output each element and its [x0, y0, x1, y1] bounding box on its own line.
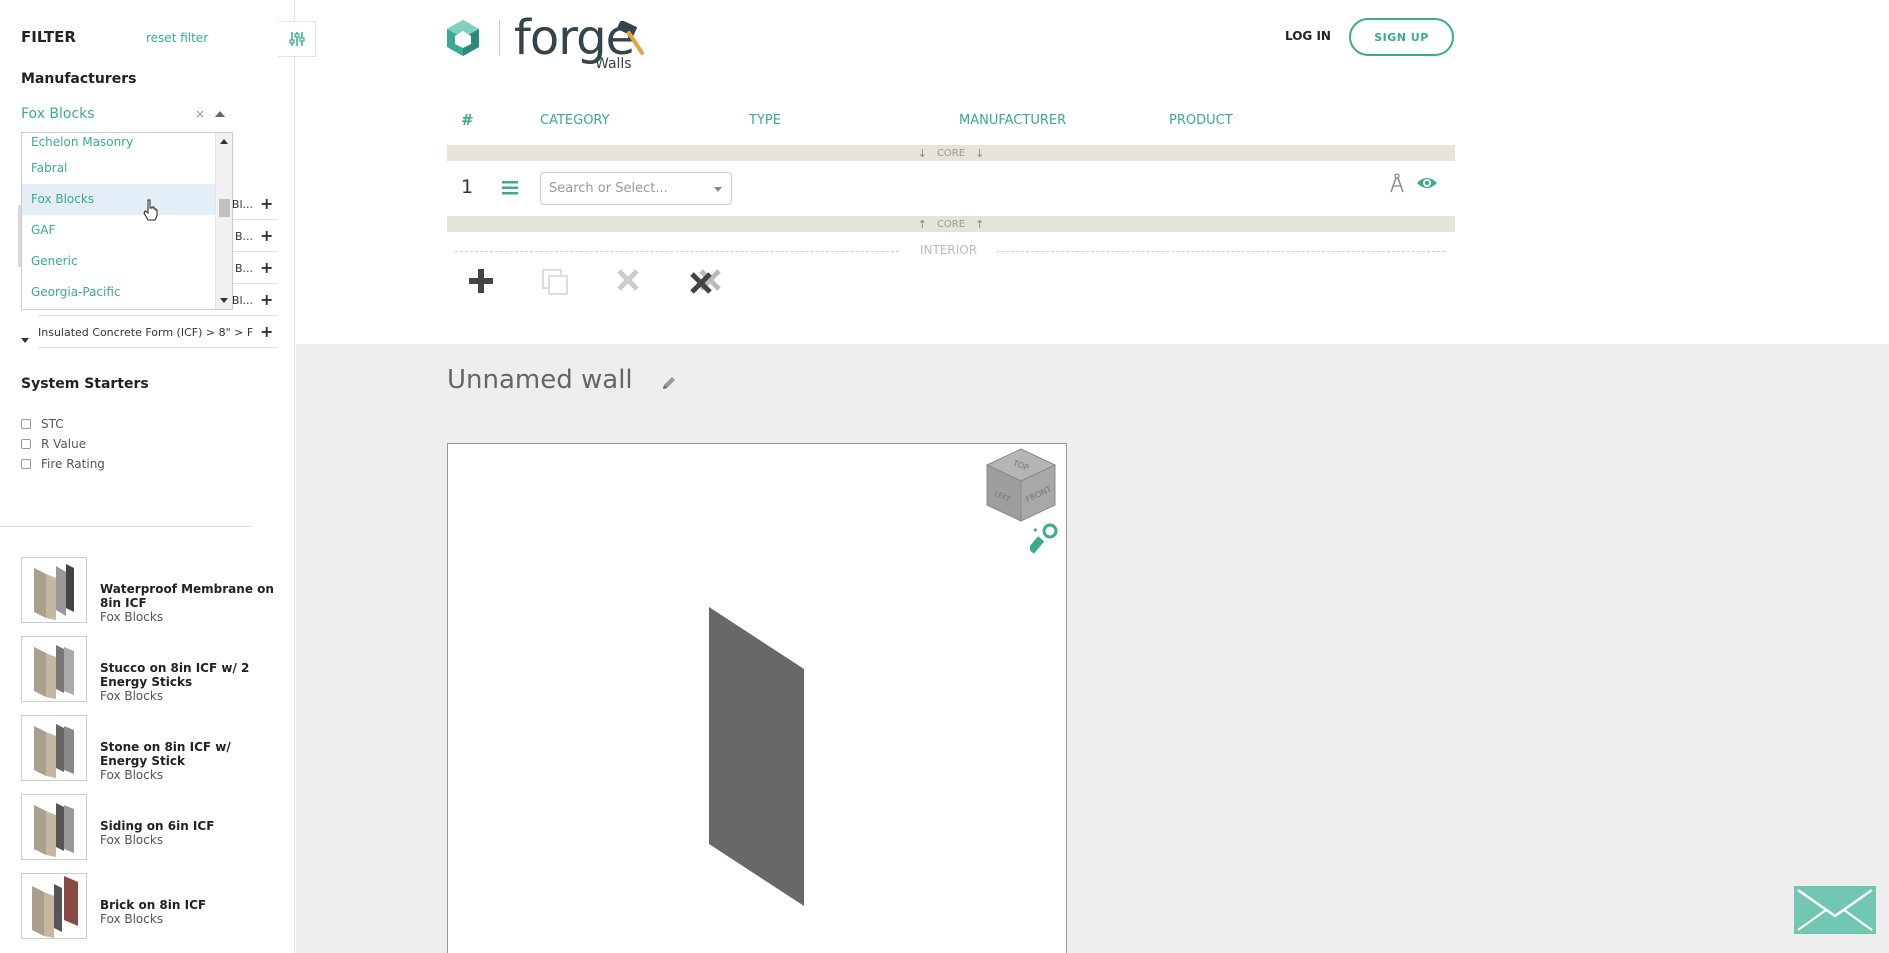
system-starters-heading: System Starters: [21, 376, 149, 392]
stc-checkbox[interactable]: [21, 419, 31, 429]
scroll-down-icon[interactable]: [220, 298, 228, 303]
dropdown-option[interactable]: Georgia-Pacific: [22, 277, 232, 308]
logo-separator: [499, 20, 500, 56]
wall-layers-icon: [34, 564, 74, 620]
logo-subtitle: Walls: [595, 56, 632, 72]
scroll-up-icon[interactable]: [220, 139, 228, 144]
interior-label: INTERIOR: [900, 243, 998, 257]
login-link[interactable]: LOG IN: [1285, 29, 1331, 43]
r-value-checkbox-row[interactable]: R Value: [21, 437, 86, 451]
hand-cursor-icon: [143, 199, 158, 221]
wall-name: Unnamed wall: [447, 365, 633, 395]
starter-card[interactable]: Brick on 8in ICF Fox Blocks: [21, 873, 281, 940]
signup-button[interactable]: SIGN UP: [1349, 18, 1454, 56]
starter-card[interactable]: Siding on 6in ICF Fox Blocks: [21, 794, 281, 861]
duplicate-layer-icon[interactable]: [541, 268, 569, 296]
stc-checkbox-row[interactable]: STC: [21, 417, 64, 431]
delete-all-layers-icon[interactable]: [689, 268, 723, 296]
wall-layers-icon: [32, 876, 78, 938]
fire-rating-checkbox[interactable]: [21, 459, 31, 469]
core-boundary-top[interactable]: ↓ CORE ↓: [447, 145, 1455, 161]
dropdown-option[interactable]: GAF: [22, 215, 232, 246]
add-icon[interactable]: +: [260, 194, 273, 213]
compass-measure-icon[interactable]: [1388, 173, 1406, 193]
add-icon[interactable]: +: [260, 258, 273, 277]
dropdown-option[interactable]: Generic: [22, 246, 232, 277]
divider: [0, 526, 251, 527]
sliders-icon: [288, 32, 305, 46]
scroll-thumb[interactable]: [219, 199, 230, 217]
hammer-icon: [616, 21, 644, 55]
filter-settings-button[interactable]: [278, 21, 316, 57]
result-row[interactable]: Insulated Concrete Form (ICF) > 8" > Fox…: [38, 316, 278, 348]
starter-thumbnail: [21, 794, 87, 860]
mail-button[interactable]: [1794, 886, 1876, 934]
reset-filter-link[interactable]: reset filter: [146, 31, 208, 45]
scroll-down-icon[interactable]: [21, 338, 29, 343]
pencil-icon[interactable]: [661, 374, 677, 390]
column-category: CATEGORY: [540, 113, 610, 128]
starter-thumbnail: [21, 557, 87, 623]
fire-rating-checkbox-row[interactable]: Fire Rating: [21, 457, 105, 471]
column-manufacturer: MANUFACTURER: [959, 113, 1067, 128]
manufacturers-heading: Manufacturers: [21, 71, 137, 87]
dropdown-option[interactable]: Fabral: [22, 153, 232, 184]
wall-layers-icon: [34, 645, 74, 699]
hamburger-menu-icon[interactable]: [501, 180, 519, 196]
column-product: PRODUCT: [1169, 113, 1233, 128]
starter-thumbnail: [21, 873, 87, 939]
wall-layers-icon: [34, 803, 74, 857]
column-type: TYPE: [749, 113, 781, 128]
arrow-up-icon: ↑: [917, 217, 927, 231]
starter-thumbnail: [21, 715, 87, 781]
r-value-checkbox[interactable]: [21, 439, 31, 449]
add-layer-icon[interactable]: [468, 268, 494, 294]
dropdown-option[interactable]: Echelon Masonry: [22, 133, 232, 153]
caret-up-icon[interactable]: [215, 111, 225, 117]
dropdown-option-selected[interactable]: Fox Blocks: [22, 184, 232, 215]
dropdown-scrollbar[interactable]: [215, 133, 232, 309]
add-icon[interactable]: +: [260, 322, 273, 341]
forge-logo-icon[interactable]: [446, 19, 480, 57]
starter-thumbnail: [21, 636, 87, 702]
starter-card[interactable]: Stone on 8in ICF w/ Energy Stick Fox Blo…: [21, 715, 281, 782]
envelope-icon: [1797, 888, 1873, 931]
starter-card[interactable]: Stucco on 8in ICF w/ 2 Energy Sticks Fox…: [21, 636, 281, 703]
arrow-down-icon: ↓: [917, 146, 927, 160]
wrench-icon[interactable]: ✦: [1030, 523, 1058, 555]
add-icon[interactable]: +: [260, 226, 273, 245]
eye-icon[interactable]: [1416, 175, 1438, 191]
arrow-up-icon: ↑: [975, 217, 985, 231]
chevron-down-icon: [714, 187, 722, 192]
filter-sidebar: FILTER reset filter Manufacturers Fox Bl…: [0, 0, 295, 953]
layer-number: 1: [461, 176, 474, 198]
clear-icon[interactable]: ×: [195, 107, 205, 121]
wall-3d-model[interactable]: [705, 604, 805, 909]
filter-heading: FILTER: [21, 28, 76, 46]
starter-card[interactable]: Waterproof Membrane on 8in ICF Fox Block…: [21, 557, 281, 624]
svg-text:✦: ✦: [1032, 526, 1039, 535]
arrow-down-icon: ↓: [975, 146, 985, 160]
delete-layer-icon[interactable]: [616, 268, 640, 292]
layer-category-select[interactable]: Search or Select...: [540, 172, 732, 205]
manufacturer-dropdown[interactable]: Echelon Masonry Fabral Fox Blocks GAF Ge…: [21, 132, 233, 310]
core-boundary-bottom[interactable]: ↑ CORE ↑: [447, 216, 1455, 232]
manufacturer-select-value[interactable]: Fox Blocks: [21, 106, 95, 122]
add-icon[interactable]: +: [260, 290, 273, 309]
column-number: #: [461, 111, 474, 129]
wall-layers-icon: [34, 724, 74, 778]
view-cube[interactable]: TOP LEFT FRONT: [985, 447, 1057, 523]
